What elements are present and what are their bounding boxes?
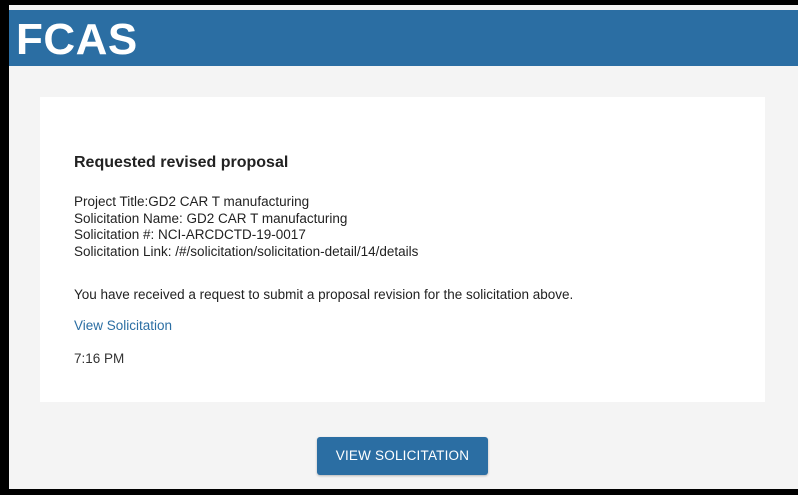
view-solicitation-link[interactable]: View Solicitation (74, 318, 172, 333)
solicitation-link-line: Solicitation Link: /#/solicitation/solic… (74, 243, 419, 259)
solicitation-name-line: Solicitation Name: GD2 CAR T manufacturi… (74, 210, 348, 226)
notification-card: Requested revised proposal Project Title… (40, 97, 765, 402)
view-solicitation-button[interactable]: VIEW SOLICITATION (317, 437, 488, 475)
solicitation-number-line: Solicitation #: NCI-ARCDCTD-19-0017 (74, 227, 306, 242)
solicitation-details: Project Title:GD2 CAR T manufacturing So… (74, 194, 418, 260)
brand-logo-text: FCAS (16, 15, 138, 64)
header-bar: FCAS (9, 10, 798, 66)
notification-message: You have received a request to submit a … (74, 287, 574, 302)
project-title-line: Project Title:GD2 CAR T manufacturing (74, 194, 310, 209)
notification-time: 7:16 PM (74, 351, 125, 366)
notification-title: Requested revised proposal (74, 154, 289, 171)
email-window: FCAS Requested revised proposal Project … (9, 5, 798, 489)
